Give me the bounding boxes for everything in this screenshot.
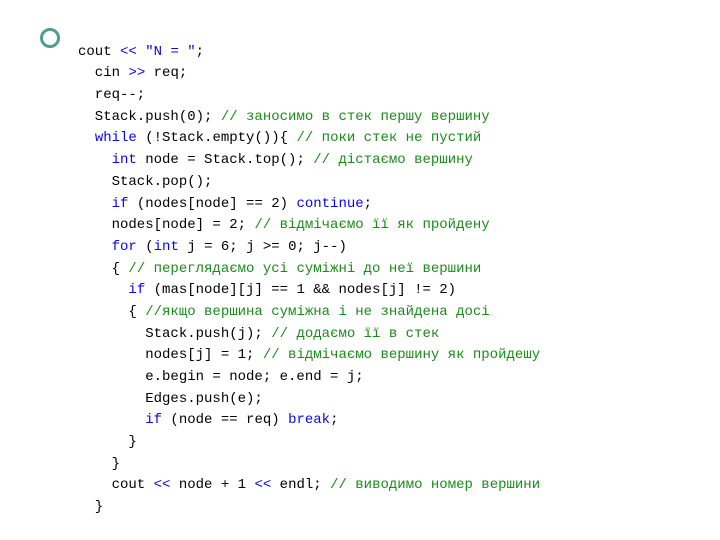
line-19: } [78,434,137,450]
code-block: cout << "N = "; cin >> req; req--; Stack… [78,20,540,519]
line-12: if (mas[node][j] == 1 && nodes[j] != 2) [78,282,456,298]
line-4: Stack.push(0); // заносимо в стек першу … [78,109,490,125]
line-21: cout << node + 1 << endl; // виводимо но… [78,477,540,493]
line-13: { //якщо вершина суміжна і не знайдена д… [78,304,490,320]
line-18: if (node == req) break; [78,412,338,428]
line-5: while (!Stack.empty()){ // поки стек не … [78,130,481,146]
line-16: e.begin = node; e.end = j; [78,369,364,385]
line-1: cout << "N = "; [78,44,204,60]
line-6: int node = Stack.top(); // дістаємо верш… [78,152,473,168]
line-2: cin >> req; [78,65,187,81]
line-22: } [78,499,103,515]
line-17: Edges.push(e); [78,391,263,407]
line-9: nodes[node] = 2; // відмічаємо її як про… [78,217,490,233]
bullet-icon [40,28,60,48]
line-10: for (int j = 6; j >= 0; j--) [78,239,347,255]
line-7: Stack.pop(); [78,174,212,190]
line-20: } [78,456,120,472]
line-3: req--; [78,87,145,103]
line-11: { // переглядаємо усі суміжні до неї вер… [78,261,481,277]
line-15: nodes[j] = 1; // відмічаємо вершину як п… [78,347,540,363]
line-8: if (nodes[node] == 2) continue; [78,196,372,212]
line-14: Stack.push(j); // додаємо її в стек [78,326,439,342]
